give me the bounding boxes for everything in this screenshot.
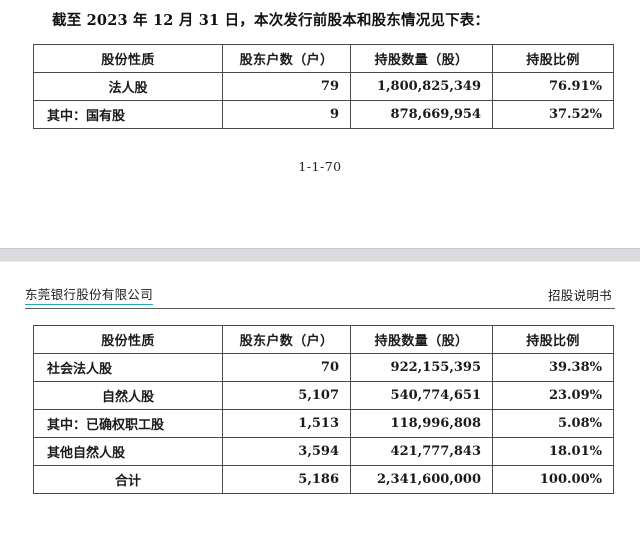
column-header-nature: 股份性质 xyxy=(33,43,223,73)
cell-ratio: 76.91% xyxy=(492,71,614,101)
table-row: 法人股 79 1,800,825,349 76.91% xyxy=(33,71,614,101)
intro-paragraph: 截至 2023 年 12 月 31 日，本次发行前股本和股东情况见下表： xyxy=(52,12,490,29)
table-header-row: 股份性质 股东户数（户） 持股数量（股） 持股比例 xyxy=(33,43,614,73)
column-header-amount: 持股数量（股） xyxy=(350,325,493,354)
cell-ratio: 100.00% xyxy=(492,465,614,494)
header-company-name: 东莞银行股份有限公司 xyxy=(25,284,154,305)
cell-amount: 118,996,808 xyxy=(350,409,493,438)
shareholding-table-before-issue: 股份性质 股东户数（户） 持股数量（股） 持股比例 法人股 79 1,800,8… xyxy=(33,43,614,129)
cell-holders: 3,594 xyxy=(222,437,351,466)
cell-ratio: 23.09% xyxy=(492,381,614,410)
column-header-nature: 股份性质 xyxy=(33,325,223,354)
cell-amount: 540,774,651 xyxy=(350,381,493,410)
cell-nature: 其他自然人股 xyxy=(33,437,223,466)
cell-amount: 421,777,843 xyxy=(350,437,493,466)
cell-ratio: 5.08% xyxy=(492,409,614,438)
table-row: 社会法人股 70 922,155,395 39.38% xyxy=(33,353,614,382)
cell-nature: 其中：已确权职工股 xyxy=(33,409,223,438)
document-page-one: 截至 2023 年 12 月 31 日，本次发行前股本和股东情况见下表： 股份性… xyxy=(0,0,640,248)
cell-ratio: 37.52% xyxy=(492,99,614,129)
column-header-amount: 持股数量（股） xyxy=(350,43,493,73)
cell-holders: 9 xyxy=(222,99,351,129)
cell-holders: 79 xyxy=(222,71,351,101)
column-header-holders: 股东户数（户） xyxy=(222,43,351,73)
page-separator xyxy=(0,248,640,262)
table-row-total: 合计 5,186 2,341,600,000 100.00% xyxy=(33,465,614,494)
document-page-two: 东莞银行股份有限公司 招股说明书 股份性质 股东户数（户） 持股数量（股） 持股… xyxy=(0,262,640,542)
cell-ratio: 18.01% xyxy=(492,437,614,466)
table-row: 其中：国有股 9 878,669,954 37.52% xyxy=(33,99,614,129)
cell-nature: 其中：国有股 xyxy=(33,99,223,129)
cell-holders: 5,186 xyxy=(222,465,351,494)
table-header-row: 股份性质 股东户数（户） 持股数量（股） 持股比例 xyxy=(33,325,614,354)
cell-nature: 法人股 xyxy=(33,71,223,101)
table-one-container: 股份性质 股东户数（户） 持股数量（股） 持股比例 法人股 79 1,800,8… xyxy=(0,32,640,129)
table-row: 自然人股 5,107 540,774,651 23.09% xyxy=(33,381,614,410)
column-header-holders: 股东户数（户） xyxy=(222,325,351,354)
running-page-header: 东莞银行股份有限公司 招股说明书 xyxy=(0,262,640,305)
header-document-type: 招股说明书 xyxy=(547,288,612,303)
cell-nature: 自然人股 xyxy=(33,381,223,410)
cell-amount: 922,155,395 xyxy=(350,353,493,382)
page-number: 1-1-70 xyxy=(298,158,342,174)
cell-ratio: 39.38% xyxy=(492,353,614,382)
table-row: 其他自然人股 3,594 421,777,843 18.01% xyxy=(33,437,614,466)
cell-holders: 1,513 xyxy=(222,409,351,438)
cell-holders: 70 xyxy=(222,353,351,382)
cell-holders: 5,107 xyxy=(222,381,351,410)
column-header-ratio: 持股比例 xyxy=(492,325,614,354)
cell-amount: 1,800,825,349 xyxy=(350,71,493,101)
cell-amount: 2,341,600,000 xyxy=(350,465,493,494)
cell-nature: 社会法人股 xyxy=(33,353,223,382)
cell-amount: 878,669,954 xyxy=(350,99,493,129)
cell-nature: 合计 xyxy=(33,465,223,494)
shareholding-table-detail: 股份性质 股东户数（户） 持股数量（股） 持股比例 社会法人股 70 922,1… xyxy=(33,325,614,494)
table-two-container: 股份性质 股东户数（户） 持股数量（股） 持股比例 社会法人股 70 922,1… xyxy=(0,309,640,494)
column-header-ratio: 持股比例 xyxy=(492,43,614,73)
table-row: 其中：已确权职工股 1,513 118,996,808 5.08% xyxy=(33,409,614,438)
